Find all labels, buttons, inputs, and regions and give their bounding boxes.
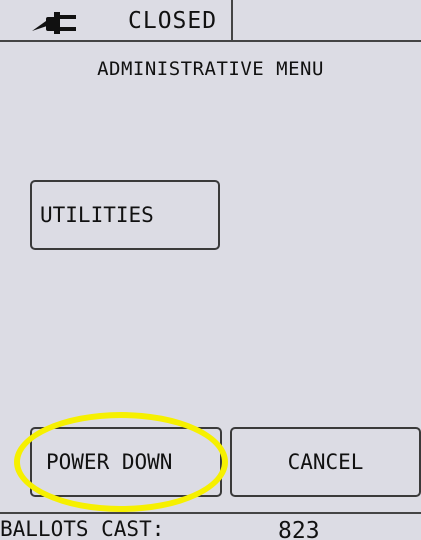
status-text: CLOSED (128, 8, 218, 34)
menu-title: ADMINISTRATIVE MENU (97, 58, 324, 80)
power-down-button[interactable]: POWER DOWN (30, 427, 222, 497)
power-plug-icon (32, 12, 76, 34)
ballots-cast-count: 823 (278, 518, 320, 540)
status-bar: CLOSED (0, 0, 421, 42)
admin-menu-screen: CLOSED ADMINISTRATIVE MENU UTILITIES POW… (0, 0, 421, 540)
cancel-button[interactable]: CANCEL (230, 427, 421, 497)
footer: BALLOTS CAST: 823 (0, 512, 421, 540)
utilities-button[interactable]: UTILITIES (30, 180, 220, 250)
ballots-cast-label: BALLOTS CAST: (0, 517, 165, 540)
